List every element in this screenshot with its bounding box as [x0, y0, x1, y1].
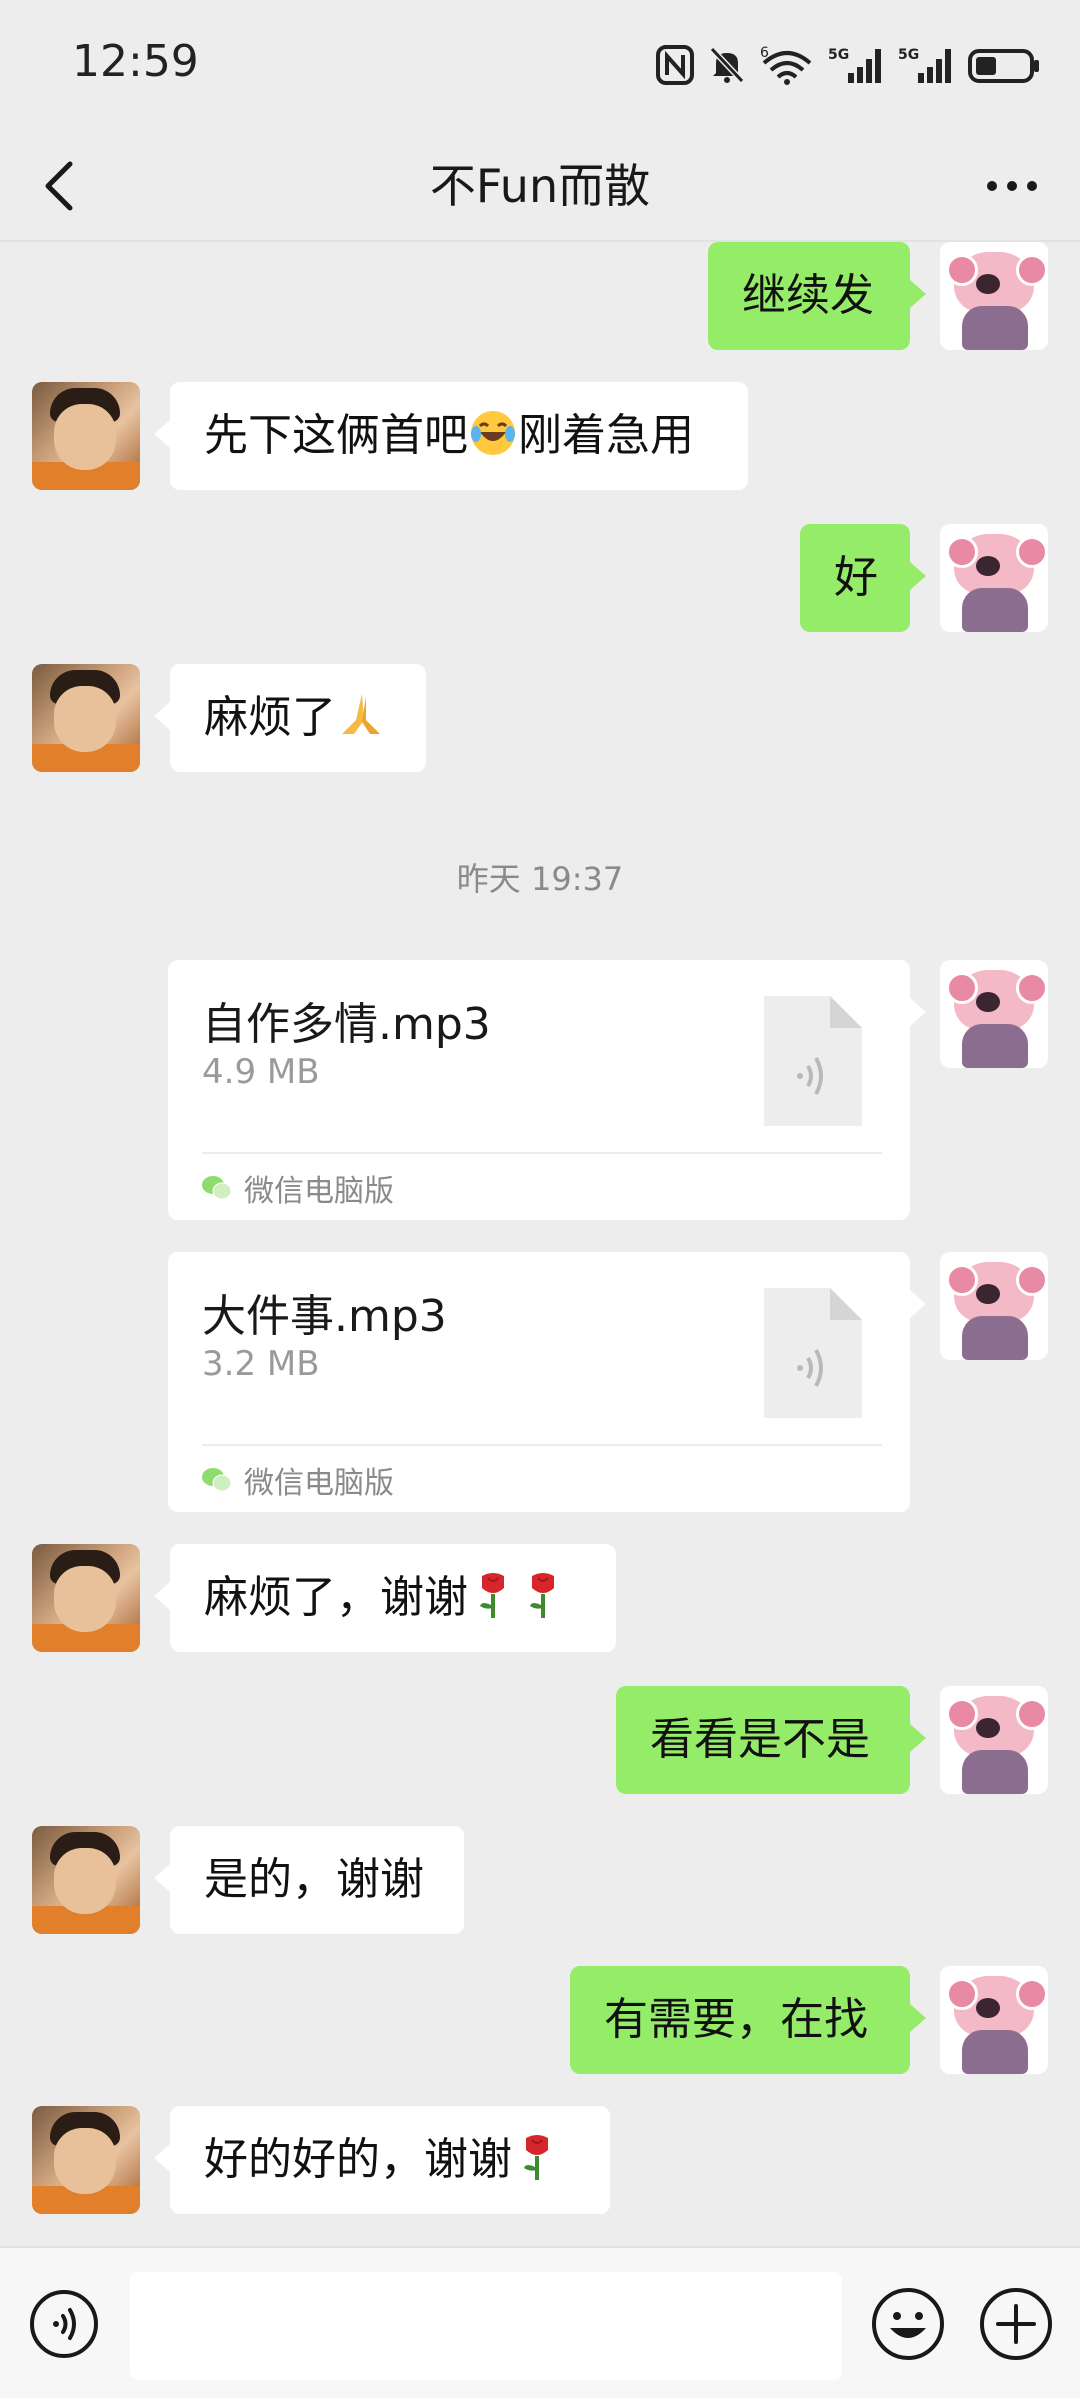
chat-title: 不Fun而散 [429, 159, 651, 213]
file-source-label: 微信电脑版 [244, 1466, 394, 1501]
svg-text:5G: 5G [828, 47, 849, 63]
file-message-card[interactable]: 大件事.mp3 3.2 MB 微信电脑版 [168, 1252, 926, 1512]
signal-5g-icon: 5G [828, 47, 881, 83]
file-card-divider [202, 1152, 882, 1154]
my-avatar[interactable] [940, 960, 1048, 1068]
my-avatar[interactable] [940, 1966, 1048, 2074]
outgoing-message-bubble[interactable]: 有需要，在找 [570, 1966, 926, 2074]
praying-hands-emoji [342, 694, 380, 734]
message-text: 继续发 [742, 270, 874, 321]
my-avatar[interactable] [940, 524, 1048, 632]
svg-text:5G: 5G [898, 47, 919, 63]
rose-emoji [524, 2135, 548, 2180]
message-text: 看看是不是 [650, 1714, 870, 1765]
audio-file-icon [764, 1288, 862, 1418]
chat-header: 不Fun而散 [0, 130, 1080, 242]
outgoing-message-bubble[interactable]: 好 [800, 524, 926, 632]
incoming-message-bubble[interactable]: 好的好的，谢谢 [154, 2106, 610, 2214]
message-text: 刚着急用 [518, 410, 694, 461]
message-text: 先下这俩首吧 [204, 410, 468, 461]
contact-avatar[interactable] [32, 382, 140, 490]
file-name: 自作多情.mp3 [202, 999, 491, 1050]
mute-icon [709, 46, 745, 84]
incoming-message-bubble[interactable]: 麻烦了 [154, 664, 426, 772]
my-avatar[interactable] [940, 1686, 1048, 1794]
message-text-input[interactable] [130, 2272, 842, 2380]
status-icons: 6 5G 5G [656, 40, 1042, 90]
plus-icon[interactable] [978, 2286, 1054, 2362]
message-input-bar [0, 2246, 1080, 2398]
file-source: 微信电脑版 [202, 1166, 394, 1210]
voice-input-icon[interactable] [28, 2288, 100, 2360]
message-text: 麻烦了，谢谢 [204, 1572, 468, 1623]
laugh-cry-emoji [471, 411, 515, 455]
file-card-divider [202, 1444, 882, 1446]
audio-file-icon [764, 996, 862, 1126]
incoming-message-bubble[interactable]: 是的，谢谢 [154, 1826, 464, 1934]
file-size: 3.2 MB [202, 1344, 320, 1384]
message-text: 好 [834, 552, 878, 603]
message-text: 好的好的，谢谢 [204, 2134, 512, 2185]
wechat-icon [202, 1468, 232, 1492]
incoming-message-bubble[interactable]: 麻烦了，谢谢 [154, 1544, 616, 1652]
my-avatar[interactable] [940, 242, 1048, 350]
signal-5g-icon: 5G [898, 47, 951, 83]
wifi-icon: 6 [760, 45, 812, 85]
outgoing-message-bubble[interactable]: 看看是不是 [616, 1686, 926, 1794]
contact-avatar[interactable] [32, 1826, 140, 1934]
rose-emoji [480, 1573, 504, 1618]
contact-avatar[interactable] [32, 1544, 140, 1652]
chat-message-list[interactable]: 继续发 先下这俩首吧 刚着急用 好 麻烦了 昨天 19:37 自作多情.mp3 4… [0, 242, 1080, 2242]
emoji-icon[interactable] [870, 2286, 946, 2362]
incoming-message-bubble[interactable]: 先下这俩首吧 刚着急用 [154, 382, 748, 490]
file-source-label: 微信电脑版 [244, 1174, 394, 1209]
outgoing-message-bubble[interactable]: 继续发 [708, 242, 926, 350]
message-timestamp: 昨天 19:37 [456, 860, 624, 898]
nfc-icon [656, 45, 694, 85]
my-avatar[interactable] [940, 1252, 1048, 1360]
status-time: 12:59 [72, 36, 199, 87]
wechat-icon [202, 1176, 232, 1200]
more-options-icon[interactable] [984, 162, 1040, 210]
file-size: 4.9 MB [202, 1052, 320, 1092]
message-text: 麻烦了 [204, 692, 336, 743]
battery-icon [968, 49, 1039, 83]
message-text: 有需要，在找 [604, 1994, 868, 2045]
contact-avatar[interactable] [32, 2106, 140, 2214]
message-text: 是的，谢谢 [204, 1854, 424, 1905]
file-message-card[interactable]: 自作多情.mp3 4.9 MB 微信电脑版 [168, 960, 926, 1220]
status-bar: 12:59 6 5G 5G [0, 0, 1080, 130]
file-name: 大件事.mp3 [202, 1291, 447, 1342]
rose-emoji [530, 1573, 554, 1618]
contact-avatar[interactable] [32, 664, 140, 772]
file-source: 微信电脑版 [202, 1458, 394, 1502]
